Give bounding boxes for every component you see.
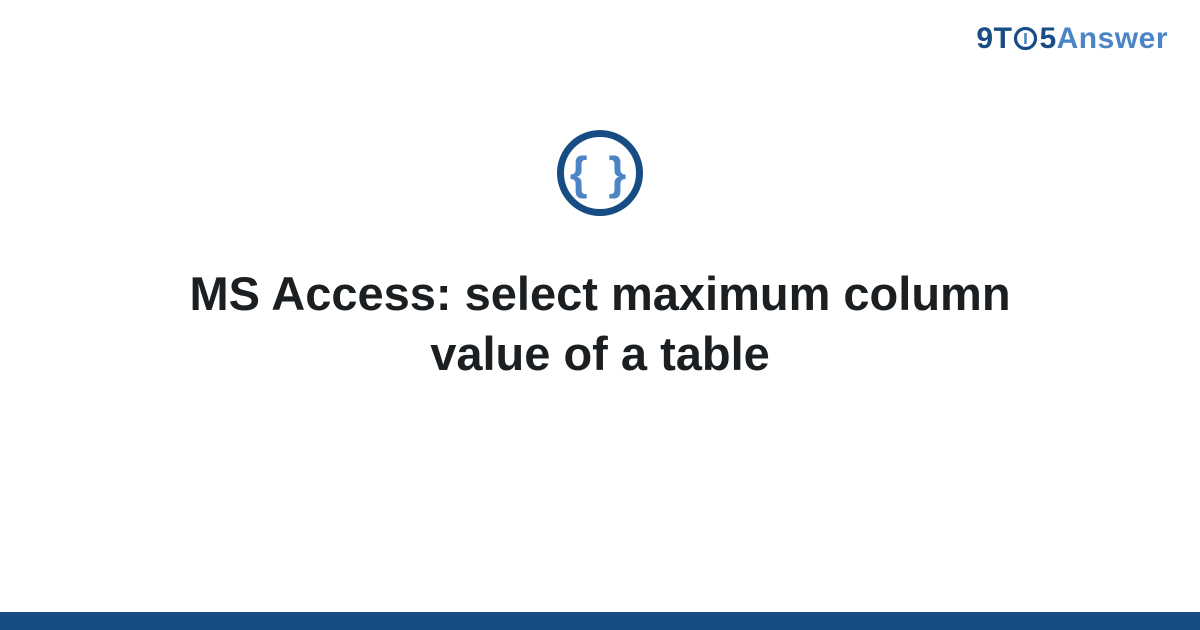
brand-ring-icon [1013, 26, 1038, 51]
footer-bar [0, 612, 1200, 630]
page-title: MS Access: select maximum column value o… [150, 264, 1050, 384]
braces-glyph: { } [570, 150, 631, 196]
main-content: { } MS Access: select maximum column val… [0, 130, 1200, 384]
brand-five: 5 [1039, 22, 1056, 55]
code-braces-icon: { } [557, 130, 643, 216]
brand-t: T [994, 22, 1013, 55]
brand-answer: Answer [1057, 22, 1168, 55]
brand-nine: 9 [976, 22, 993, 55]
brand-logo: 9T5Answer [976, 22, 1168, 56]
